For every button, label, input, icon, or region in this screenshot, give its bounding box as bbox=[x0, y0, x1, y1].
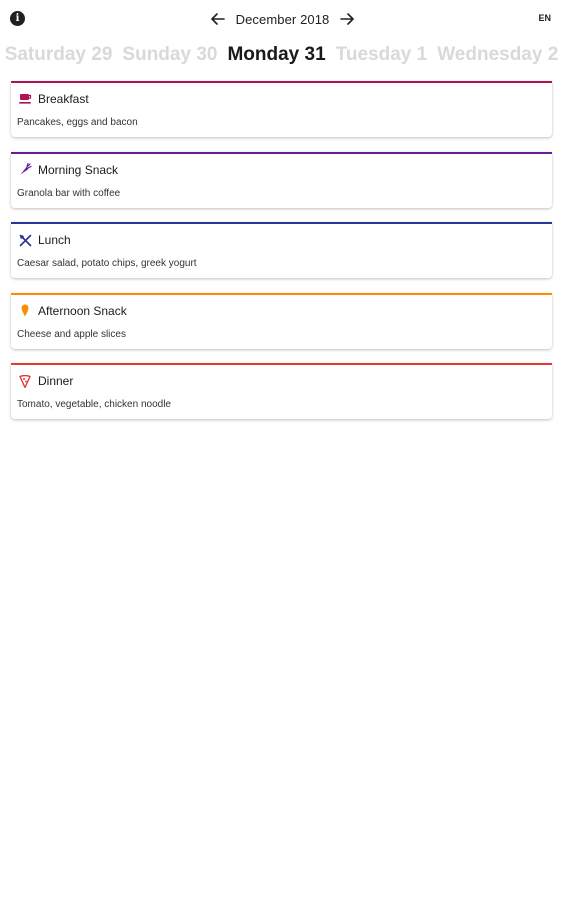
arrow-left-icon[interactable] bbox=[210, 11, 226, 27]
meal-card-breakfast[interactable]: Breakfast Pancakes, eggs and bacon bbox=[11, 81, 552, 137]
arrow-right-icon[interactable] bbox=[339, 11, 355, 27]
meal-description: Granola bar with coffee bbox=[17, 187, 121, 199]
meal-title: Morning Snack bbox=[38, 162, 119, 177]
top-bar: i December 2018 EN bbox=[0, 0, 563, 38]
meal-title: Afternoon Snack bbox=[38, 303, 127, 318]
day-tab[interactable]: Saturday 29 bbox=[5, 44, 113, 66]
meal-description: Caesar salad, potato chips, greek yogurt bbox=[17, 258, 197, 269]
meal-card-morning-snack[interactable]: Morning Snack Granola bar with coffee bbox=[11, 151, 552, 208]
meal-description: Cheese and apple slices bbox=[17, 328, 126, 340]
day-tab[interactable]: Sunday 30 bbox=[122, 44, 217, 66]
meal-title: Breakfast bbox=[38, 92, 89, 106]
pizza-icon bbox=[18, 374, 32, 388]
day-tab-selected[interactable]: Monday 31 bbox=[227, 44, 325, 66]
month-label: December 2018 bbox=[235, 11, 330, 27]
utensils-icon bbox=[18, 233, 32, 247]
meal-card-dinner[interactable]: Dinner Tomato, vegetable, chicken noodle bbox=[11, 363, 552, 419]
ice-cream-icon bbox=[18, 304, 32, 318]
meal-title: Lunch bbox=[38, 233, 71, 247]
meal-list: Breakfast Pancakes, eggs and bacon Morni… bbox=[11, 81, 552, 434]
day-tab[interactable]: Wednesday 2 bbox=[437, 44, 558, 66]
meal-card-afternoon-snack[interactable]: Afternoon Snack Cheese and apple slices bbox=[11, 292, 552, 349]
meal-description: Tomato, vegetable, chicken noodle bbox=[17, 399, 171, 410]
meal-card-lunch[interactable]: Lunch Caesar salad, potato chips, greek … bbox=[11, 222, 552, 278]
meal-title: Dinner bbox=[38, 374, 74, 388]
coffee-cup-icon bbox=[18, 92, 32, 106]
carrot-icon bbox=[18, 163, 32, 177]
day-tab[interactable]: Tuesday 1 bbox=[336, 44, 428, 66]
day-selector: Saturday 29 Sunday 30 Monday 31 Tuesday … bbox=[0, 40, 563, 70]
language-button[interactable]: EN bbox=[538, 13, 551, 23]
meal-description: Pancakes, eggs and bacon bbox=[17, 117, 138, 128]
month-navigation: December 2018 bbox=[0, 0, 563, 38]
